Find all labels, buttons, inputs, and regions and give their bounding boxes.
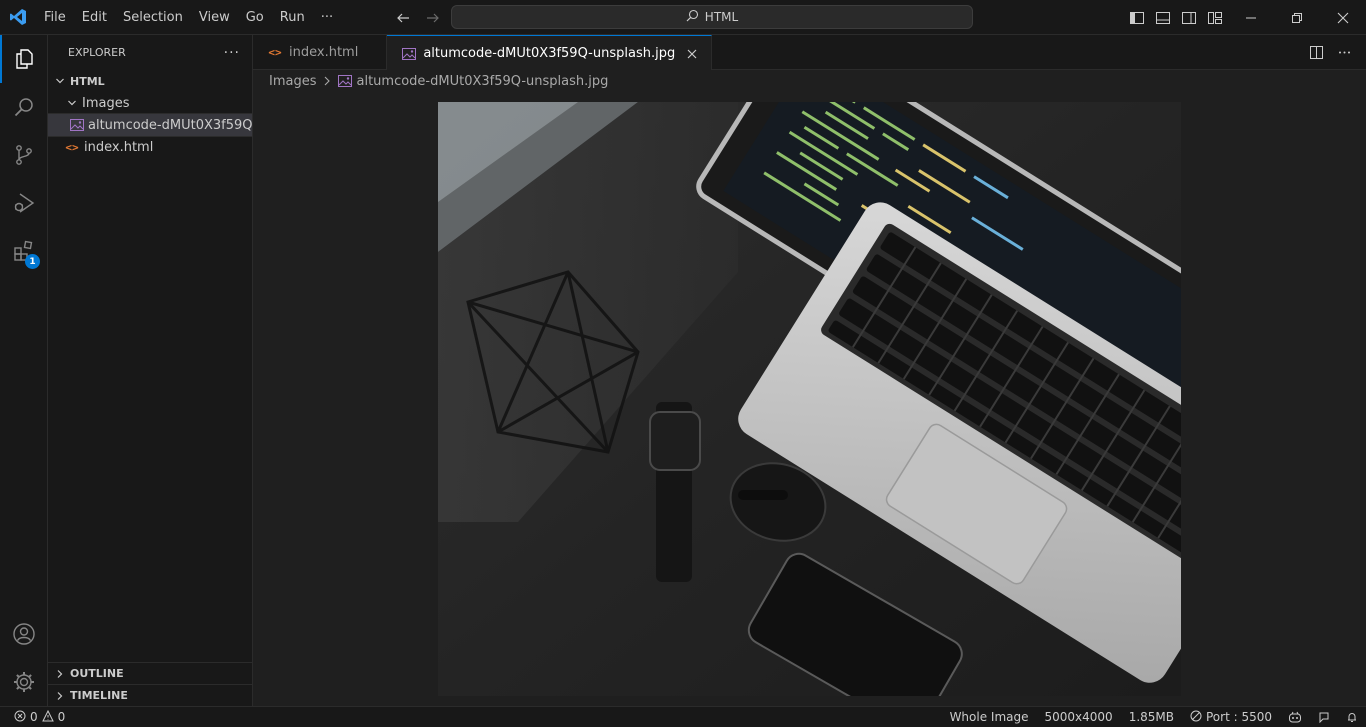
toggle-primary-sidebar-icon[interactable] (1124, 0, 1150, 35)
image-file-icon (70, 117, 84, 133)
broadcast-icon (1190, 710, 1202, 725)
breadcrumb: Images altumcode-dMUt0X3f59Q-unsplash.jp… (253, 70, 1366, 92)
live-server-port[interactable]: Port : 5500 (1182, 710, 1280, 725)
warning-icon (41, 709, 54, 725)
split-editor-icon[interactable] (1304, 41, 1328, 65)
title-actions (1124, 0, 1366, 35)
outline-section[interactable]: OUTLINE (48, 662, 252, 684)
editor-actions (1304, 35, 1366, 70)
tab-label: altumcode-dMUt0X3f59Q-unsplash.jpg (423, 46, 676, 61)
customize-layout-icon[interactable] (1202, 0, 1228, 35)
laptop-desk-photo (438, 102, 1181, 696)
source-control-icon[interactable] (0, 131, 48, 179)
chevron-right-icon (323, 76, 331, 86)
search-icon (686, 9, 699, 25)
workspace-root-label: HTML (70, 74, 105, 88)
tree-file-html[interactable]: <> index.html (48, 136, 252, 158)
timeline-section[interactable]: TIMELINE (48, 684, 252, 706)
chevron-right-icon (52, 688, 68, 704)
status-bar: 0 0 Whole Image 5000x4000 1.85MB Port : … (0, 706, 1366, 727)
tree-item-label: index.html (84, 139, 154, 155)
chevron-right-icon (52, 666, 68, 682)
error-icon (14, 710, 26, 725)
menu-edit[interactable]: Edit (74, 0, 115, 35)
breadcrumb-file[interactable]: altumcode-dMUt0X3f59Q-unsplash.jpg (357, 74, 609, 89)
feedback-icon[interactable] (1310, 711, 1338, 723)
menu-more[interactable]: ··· (313, 0, 341, 35)
tab-index-html[interactable]: <> index.html (253, 35, 388, 70)
image-zoom-status[interactable]: Whole Image (942, 710, 1037, 724)
activity-bar: 1 (0, 35, 48, 706)
image-file-icon (337, 73, 353, 89)
image-size-status: 1.85MB (1128, 710, 1174, 724)
html-file-icon: <> (268, 46, 282, 59)
explorer-sidebar: EXPLORER ··· HTML Images altumcode-dMUt0… (47, 35, 253, 706)
tree-item-label: altumcode-dMUt0X3f59Q... (88, 117, 252, 133)
explorer-icon[interactable] (0, 35, 48, 83)
close-tab-icon[interactable] (683, 45, 701, 63)
account-icon[interactable] (0, 610, 48, 658)
explorer-more-actions[interactable]: ··· (224, 45, 240, 61)
explorer-title: EXPLORER (68, 46, 126, 59)
menu-view[interactable]: View (191, 0, 238, 35)
tree-item-label: Images (82, 95, 130, 111)
chevron-down-icon (52, 73, 68, 89)
menu-selection[interactable]: Selection (115, 0, 191, 35)
html-file-icon: <> (65, 140, 79, 154)
status-right-items: Whole Image 5000x4000 1.85MB Port : 5500 (942, 707, 1366, 727)
tree-file-image[interactable]: altumcode-dMUt0X3f59Q... (47, 113, 253, 137)
explorer-header: EXPLORER ··· (48, 35, 252, 70)
editor-tabs: <> index.html altumcode-dMUt0X3f59Q-unsp… (253, 35, 1366, 71)
image-preview-area (253, 92, 1366, 706)
command-center-search[interactable]: HTML (451, 5, 973, 29)
minimize-icon[interactable] (1228, 0, 1274, 35)
toggle-secondary-sidebar-icon[interactable] (1176, 0, 1202, 35)
menu-bar: File Edit Selection View Go Run ··· (36, 0, 341, 35)
breadcrumb-folder[interactable]: Images (269, 74, 317, 89)
command-center-label: HTML (704, 10, 739, 24)
tab-label: index.html (289, 45, 359, 60)
error-count: 0 (30, 710, 38, 724)
extensions-icon[interactable]: 1 (0, 227, 48, 275)
run-debug-icon[interactable] (0, 179, 48, 227)
outline-label: OUTLINE (70, 667, 124, 680)
image-dimensions-status: 5000x4000 (1044, 710, 1113, 724)
restore-icon[interactable] (1274, 0, 1320, 35)
toggle-panel-icon[interactable] (1150, 0, 1176, 35)
forward-arrow-icon[interactable] (422, 7, 444, 29)
tab-image-file[interactable]: altumcode-dMUt0X3f59Q-unsplash.jpg (387, 35, 713, 71)
problems-indicator[interactable]: 0 0 (0, 709, 66, 725)
settings-gear-icon[interactable] (0, 658, 48, 706)
warning-count: 0 (57, 710, 66, 724)
menu-run[interactable]: Run (272, 0, 313, 35)
more-actions-icon[interactable] (1332, 41, 1356, 65)
menu-go[interactable]: Go (238, 0, 272, 35)
vscode-logo-icon (0, 0, 36, 35)
timeline-label: TIMELINE (70, 689, 128, 702)
extensions-badge: 1 (25, 254, 40, 269)
close-window-icon[interactable] (1320, 0, 1366, 35)
chevron-down-icon (64, 95, 80, 111)
menu-file[interactable]: File (36, 0, 74, 35)
workspace-root-folder[interactable]: HTML (48, 70, 252, 92)
title-bar: File Edit Selection View Go Run ··· HTML (0, 0, 1366, 35)
tree-folder-images[interactable]: Images (48, 92, 252, 114)
search-icon[interactable] (0, 83, 48, 131)
navigation-arrows (392, 0, 444, 35)
image-preview[interactable] (438, 102, 1181, 696)
copilot-icon[interactable] (1280, 711, 1310, 723)
back-arrow-icon[interactable] (392, 7, 414, 29)
notifications-bell-icon[interactable] (1338, 711, 1366, 723)
image-file-icon (401, 46, 417, 62)
port-label: Port : 5500 (1206, 710, 1272, 724)
